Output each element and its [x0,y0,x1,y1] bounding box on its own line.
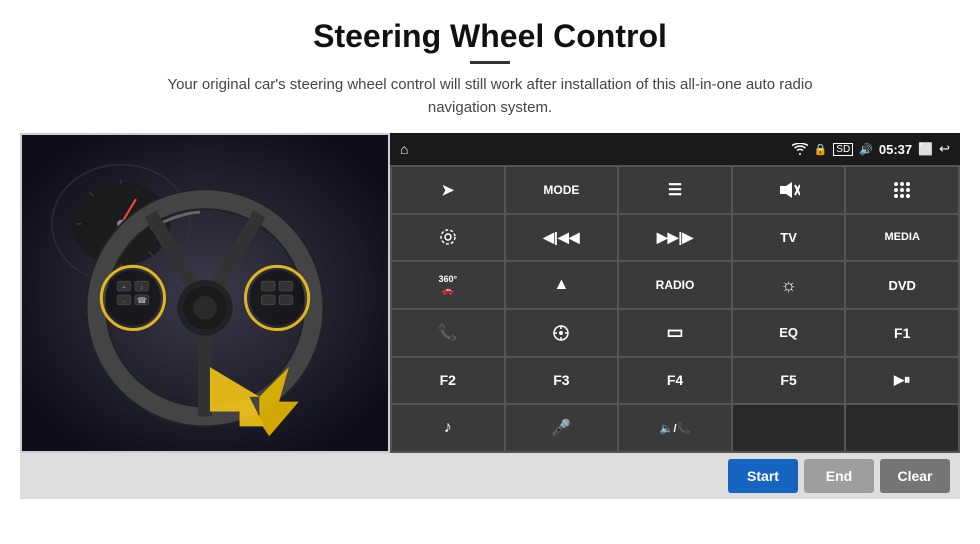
f2-btn[interactable]: F2 [392,358,504,404]
content-row: + - ♪ ☎ [20,133,960,453]
sd-icon: SD [833,143,853,156]
svg-text:☎: ☎ [137,296,147,305]
apps-btn[interactable] [846,167,958,213]
status-right: 🔒 SD 🔊 05:37 ⬜ ↩ [792,141,950,157]
empty-cell-2 [846,405,958,451]
window-icon: ⬜ [918,142,933,156]
apps-icon [893,181,911,199]
vol-phone-btn[interactable]: 🔈/📞 [619,405,731,451]
music-btn[interactable]: ♪ [392,405,504,451]
page-title: Steering Wheel Control [313,18,667,55]
prev-btn[interactable]: ◀|◀◀ [506,215,618,261]
svg-text:+: + [122,285,126,291]
action-bar: Start End Clear [20,453,960,499]
playpause-btn[interactable]: ▶⏸ [846,358,958,404]
time-display: 05:37 [879,142,912,157]
navi-btn[interactable] [506,310,618,356]
start-button[interactable]: Start [728,459,798,493]
nav-btn[interactable]: ➤ [392,167,504,213]
wifi-icon [792,143,808,155]
brightness-btn[interactable]: ☼ [733,262,845,308]
f1-btn[interactable]: F1 [846,310,958,356]
tv-btn[interactable]: TV [733,215,845,261]
navi-icon [552,324,570,342]
mode-btn[interactable]: MODE [506,167,618,213]
page-container: Steering Wheel Control Your original car… [0,0,980,544]
list-btn[interactable]: ☰ [619,167,731,213]
mute-icon [778,181,800,199]
cam360-btn[interactable]: 360°🚗 [392,262,504,308]
mute-btn[interactable] [733,167,845,213]
screen-btn[interactable]: ▭ [619,310,731,356]
media-btn[interactable]: MEDIA [846,215,958,261]
steering-wheel-image: + - ♪ ☎ [20,133,390,453]
settings-btn[interactable] [392,215,504,261]
eject-btn[interactable]: ▲ [506,262,618,308]
button-grid: ➤ MODE ☰ [390,165,960,453]
radio-btn[interactable]: RADIO [619,262,731,308]
status-bar: ⌂ 🔒 SD 🔊 05:37 ⬜ ↩ [390,133,960,165]
dvd-btn[interactable]: DVD [846,262,958,308]
svg-text:♪: ♪ [141,286,143,291]
status-left: ⌂ [400,141,408,157]
svg-text:-: - [123,299,125,305]
f3-btn[interactable]: F3 [506,358,618,404]
lock-icon: 🔒 [814,143,828,156]
next-btn[interactable]: ▶▶|▶ [619,215,731,261]
mic-btn[interactable]: 🎤 [506,405,618,451]
settings-icon [439,228,457,246]
clear-button[interactable]: Clear [880,459,950,493]
title-divider [470,61,510,64]
page-subtitle: Your original car's steering wheel contr… [140,74,840,119]
f4-btn[interactable]: F4 [619,358,731,404]
end-button[interactable]: End [804,459,874,493]
home-icon: ⌂ [400,141,408,157]
eq-btn[interactable]: EQ [733,310,845,356]
f5-btn[interactable]: F5 [733,358,845,404]
control-panel: ⌂ 🔒 SD 🔊 05:37 ⬜ ↩ ➤ [390,133,960,453]
back-icon: ↩ [939,141,950,157]
empty-cell-1 [733,405,845,451]
bt-icon: 🔊 [859,143,873,156]
phone-btn[interactable]: 📞 [392,310,504,356]
